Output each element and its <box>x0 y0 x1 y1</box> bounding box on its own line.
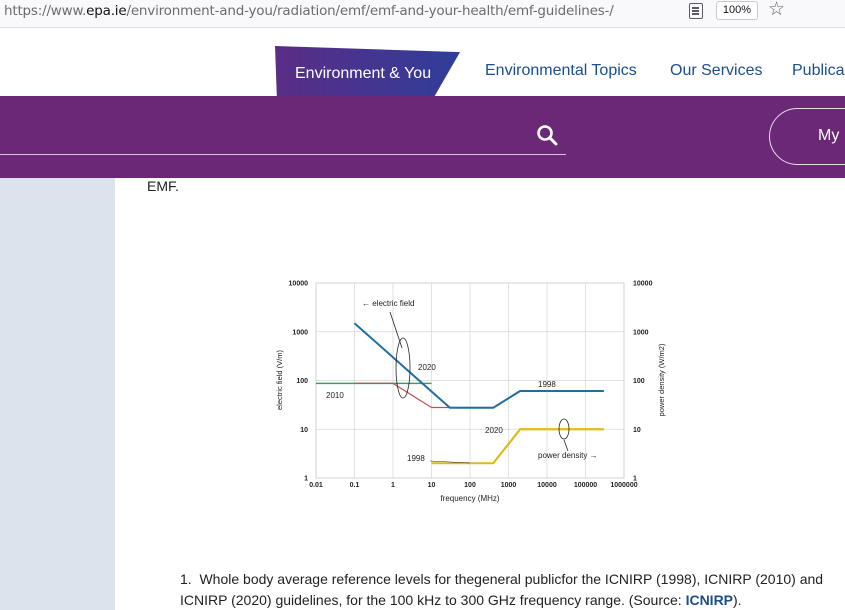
annotation-2020-power: 2020 <box>485 426 503 435</box>
footnote-line-1: 1. Whole body average reference levels f… <box>180 569 845 590</box>
y-tick-label: 10 <box>300 427 308 434</box>
reader-view-icon[interactable] <box>689 3 703 19</box>
footnote-text-2: ICNIRP (2020) guidelines, for the 100 kH… <box>180 592 686 608</box>
chart-grid <box>315 282 625 479</box>
series-line-1998-1 <box>354 382 604 409</box>
footnote-line-2: ICNIRP (2020) guidelines, for the 100 kH… <box>180 590 845 610</box>
y2-axis-label: power density (W/m2) <box>657 343 666 416</box>
annotation-2010: 2010 <box>326 391 344 400</box>
y-tick-label: 100 <box>296 378 308 385</box>
bookmark-star-icon[interactable]: ☆ <box>768 0 785 20</box>
nav-tab-label: Environment & You <box>295 65 432 82</box>
series-line-2020-2 <box>353 322 604 409</box>
figure-footnote: 1. Whole body average reference levels f… <box>180 569 845 610</box>
footnote-number: 1. <box>180 571 192 587</box>
nav-link-our-services[interactable]: Our Services <box>670 62 762 80</box>
site-navigation: Environment & You Environmental Topics O… <box>0 29 845 97</box>
zoom-level-button[interactable]: 100% <box>716 1 758 20</box>
x-tick-label: 0.01 <box>309 482 323 489</box>
icnirp-reference-levels-chart: 0.01 0.1 1 10 100 1000 10000 100000 100000011010… <box>275 281 666 504</box>
chart-annotations: ← electric field 2020 2010 1998 2020 199… <box>326 299 598 464</box>
paragraph-tail: EMF. <box>147 178 179 194</box>
annotation-1998-electric: 1998 <box>538 380 556 389</box>
annotation-power-density: power density → <box>538 451 598 460</box>
url-text[interactable]: https://www.epa.ie/environment-and-you/r… <box>4 3 614 19</box>
y-tick-label: 1000 <box>292 329 308 336</box>
x-tick-label: 1000 <box>501 482 517 489</box>
search-input[interactable] <box>0 154 566 155</box>
x-tick-label: 0.1 <box>350 482 360 489</box>
address-bar[interactable]: https://www.epa.ie/environment-and-you/r… <box>0 0 845 28</box>
left-sidebar <box>0 178 115 610</box>
y-axis-label: electric field (V/m) <box>275 349 284 410</box>
y2-tick-label: 10000 <box>633 281 653 288</box>
my-account-button[interactable]: My I <box>769 108 845 165</box>
y-tick-label: 1 <box>304 476 308 483</box>
annotation-pointer-electric-field <box>389 311 403 349</box>
footnote-text-end: ). <box>733 592 742 608</box>
footnote-text-1: Whole body average reference levels for … <box>199 571 824 587</box>
nav-link-publications[interactable]: Publica <box>792 62 844 80</box>
nav-tab-environment-and-you[interactable]: Environment & You <box>275 46 460 97</box>
annotation-pointer-power-density <box>563 439 569 452</box>
url-path: /environment-and-you/radiation/emf/emf-a… <box>126 3 614 19</box>
browser-window: https://www.epa.ie/environment-and-you/r… <box>0 0 845 610</box>
x-axis-label: frequency (MHz) <box>440 494 499 503</box>
x-tick-label: 10000 <box>537 482 557 489</box>
url-prefix: https://www. <box>4 3 87 19</box>
x-tick-label: 1000000 <box>610 482 637 489</box>
icnirp-source-link[interactable]: ICNIRP <box>686 592 733 608</box>
x-tick-label: 100000 <box>574 482 597 489</box>
chart-series <box>316 322 604 465</box>
y2-tick-label: 100 <box>633 378 645 385</box>
annotation-1998-power: 1998 <box>407 454 425 463</box>
search-band: My I <box>0 96 845 178</box>
nav-link-environmental-topics[interactable]: Environmental Topics <box>485 62 637 80</box>
annotation-electric-field: ← electric field <box>362 299 414 308</box>
search-icon[interactable] <box>536 124 558 146</box>
url-domain: epa.ie <box>86 3 127 19</box>
x-tick-label: 100 <box>464 482 476 489</box>
chart-ticks: 0.01 0.1 1 10 100 1000 10000 100000 100000011010… <box>289 281 653 490</box>
my-account-label: My I <box>818 127 845 144</box>
y-tick-label: 10000 <box>289 281 309 288</box>
y2-tick-label: 10 <box>633 427 641 434</box>
y2-tick-label: 1 <box>633 476 637 483</box>
x-tick-label: 1 <box>391 482 395 489</box>
annotation-2020-electric: 2020 <box>418 363 436 372</box>
x-tick-label: 10 <box>428 482 436 489</box>
y2-tick-label: 1000 <box>633 329 649 336</box>
